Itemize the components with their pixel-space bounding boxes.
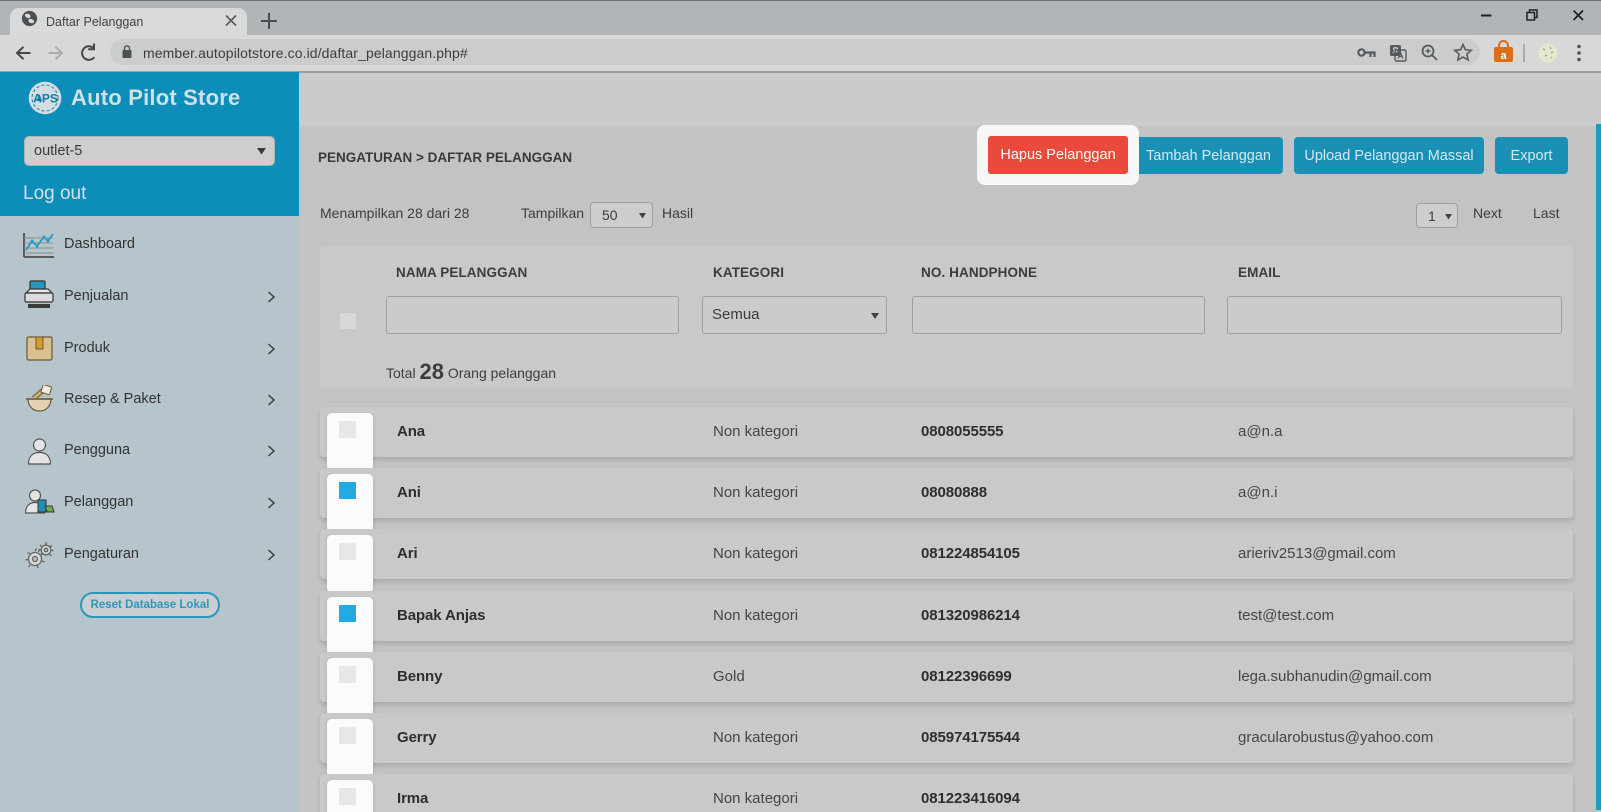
svg-text:APS: APS (33, 92, 58, 106)
svg-text:a: a (1500, 50, 1507, 62)
